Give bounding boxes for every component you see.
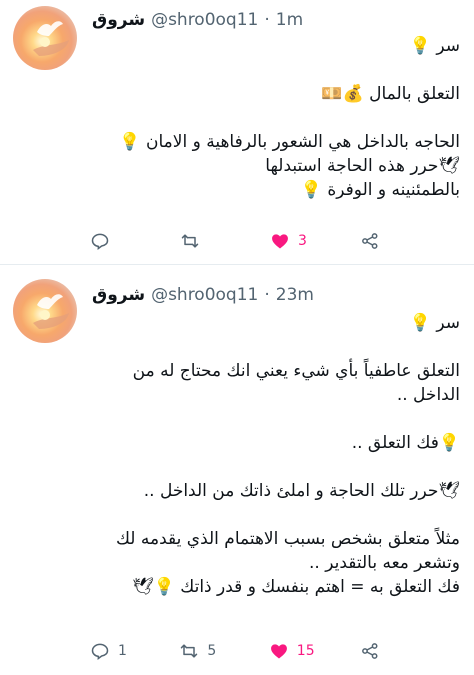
reply-count: 1 [118, 643, 127, 659]
reply-button[interactable] [90, 231, 134, 251]
tweet-text: سر 💡 التعلق عاطفياً بأي شيء يعني انك محت… [92, 311, 460, 599]
tweet-line: سر 💡 [409, 36, 460, 56]
tweet-line: الحاجه بالداخل هي الشعور بالرفاهية و الا… [119, 132, 460, 152]
user-handle[interactable]: @shro0oq11 [151, 285, 258, 305]
like-count: 15 [296, 643, 315, 659]
reply-button[interactable]: 1 [90, 641, 134, 661]
tweet-line: الداخل .. [396, 385, 460, 405]
tweet-line: التعلق عاطفياً بأي شيء يعني انك محتاج له… [132, 361, 460, 381]
tweet-actions: 1 5 15 [90, 641, 404, 661]
tweet-line: مثلاً متعلق بشخص بسبب الاهتمام الذي يقدم… [115, 529, 460, 549]
retweet-button[interactable]: 5 [179, 641, 223, 661]
share-button[interactable] [360, 641, 404, 661]
avatar[interactable] [13, 6, 77, 70]
share-icon [362, 643, 378, 659]
like-count: 3 [298, 233, 307, 249]
tweet[interactable]: شروق @shro0oq11 · 23m سر 💡 التعلق عاطفيا… [0, 265, 474, 675]
tweet-actions: 3 [90, 231, 404, 251]
dove-hand-image [33, 21, 69, 56]
separator: · [264, 285, 270, 305]
tweet-line: فك التعلق به = اهتم بنفسك و قدر ذاتك 💡🕊 [132, 577, 460, 597]
display-name[interactable]: شروق [92, 285, 145, 305]
tweet-line: بالطمئنينه و الوفرة 💡 [300, 180, 460, 200]
tweet-line: 🕊حرر هذه الحاجة استبدلها [265, 156, 460, 176]
retweet-count: 5 [207, 643, 217, 659]
separator: · [264, 10, 270, 30]
timestamp[interactable]: 1m [276, 10, 303, 30]
reply-icon [91, 233, 109, 250]
tweet-line: سر 💡 [409, 313, 460, 333]
tweet-text: سر 💡 التعلق بالمال 💰💴 الحاجه بالداخل هي … [92, 34, 460, 202]
share-button[interactable] [360, 231, 404, 251]
like-button[interactable]: 3 [270, 231, 314, 251]
reply-icon [91, 643, 109, 660]
avatar[interactable] [13, 279, 77, 343]
dove-hand-image [33, 294, 69, 329]
retweet-button[interactable] [180, 231, 224, 251]
like-button[interactable]: 15 [269, 641, 315, 661]
heart-icon [270, 644, 287, 659]
user-handle[interactable]: @shro0oq11 [151, 10, 258, 30]
retweet-icon [181, 644, 198, 658]
tweet-line: التعلق بالمال 💰💴 [321, 84, 460, 104]
display-name[interactable]: شروق [92, 10, 145, 30]
retweet-icon [181, 234, 199, 248]
tweet-line: 🕊حرر تلك الحاجة و املئ ذاتك من الداخل .. [143, 481, 460, 501]
tweet[interactable]: شروق @shro0oq11 · 1m سر 💡 التعلق بالمال … [0, 0, 474, 265]
tweet-line: 💡فك التعلق .. [351, 433, 460, 453]
tweet-line: وتشعر معه بالتقدير .. [309, 553, 460, 573]
heart-icon [272, 234, 288, 249]
timestamp[interactable]: 23m [276, 285, 314, 305]
share-icon [362, 233, 378, 249]
